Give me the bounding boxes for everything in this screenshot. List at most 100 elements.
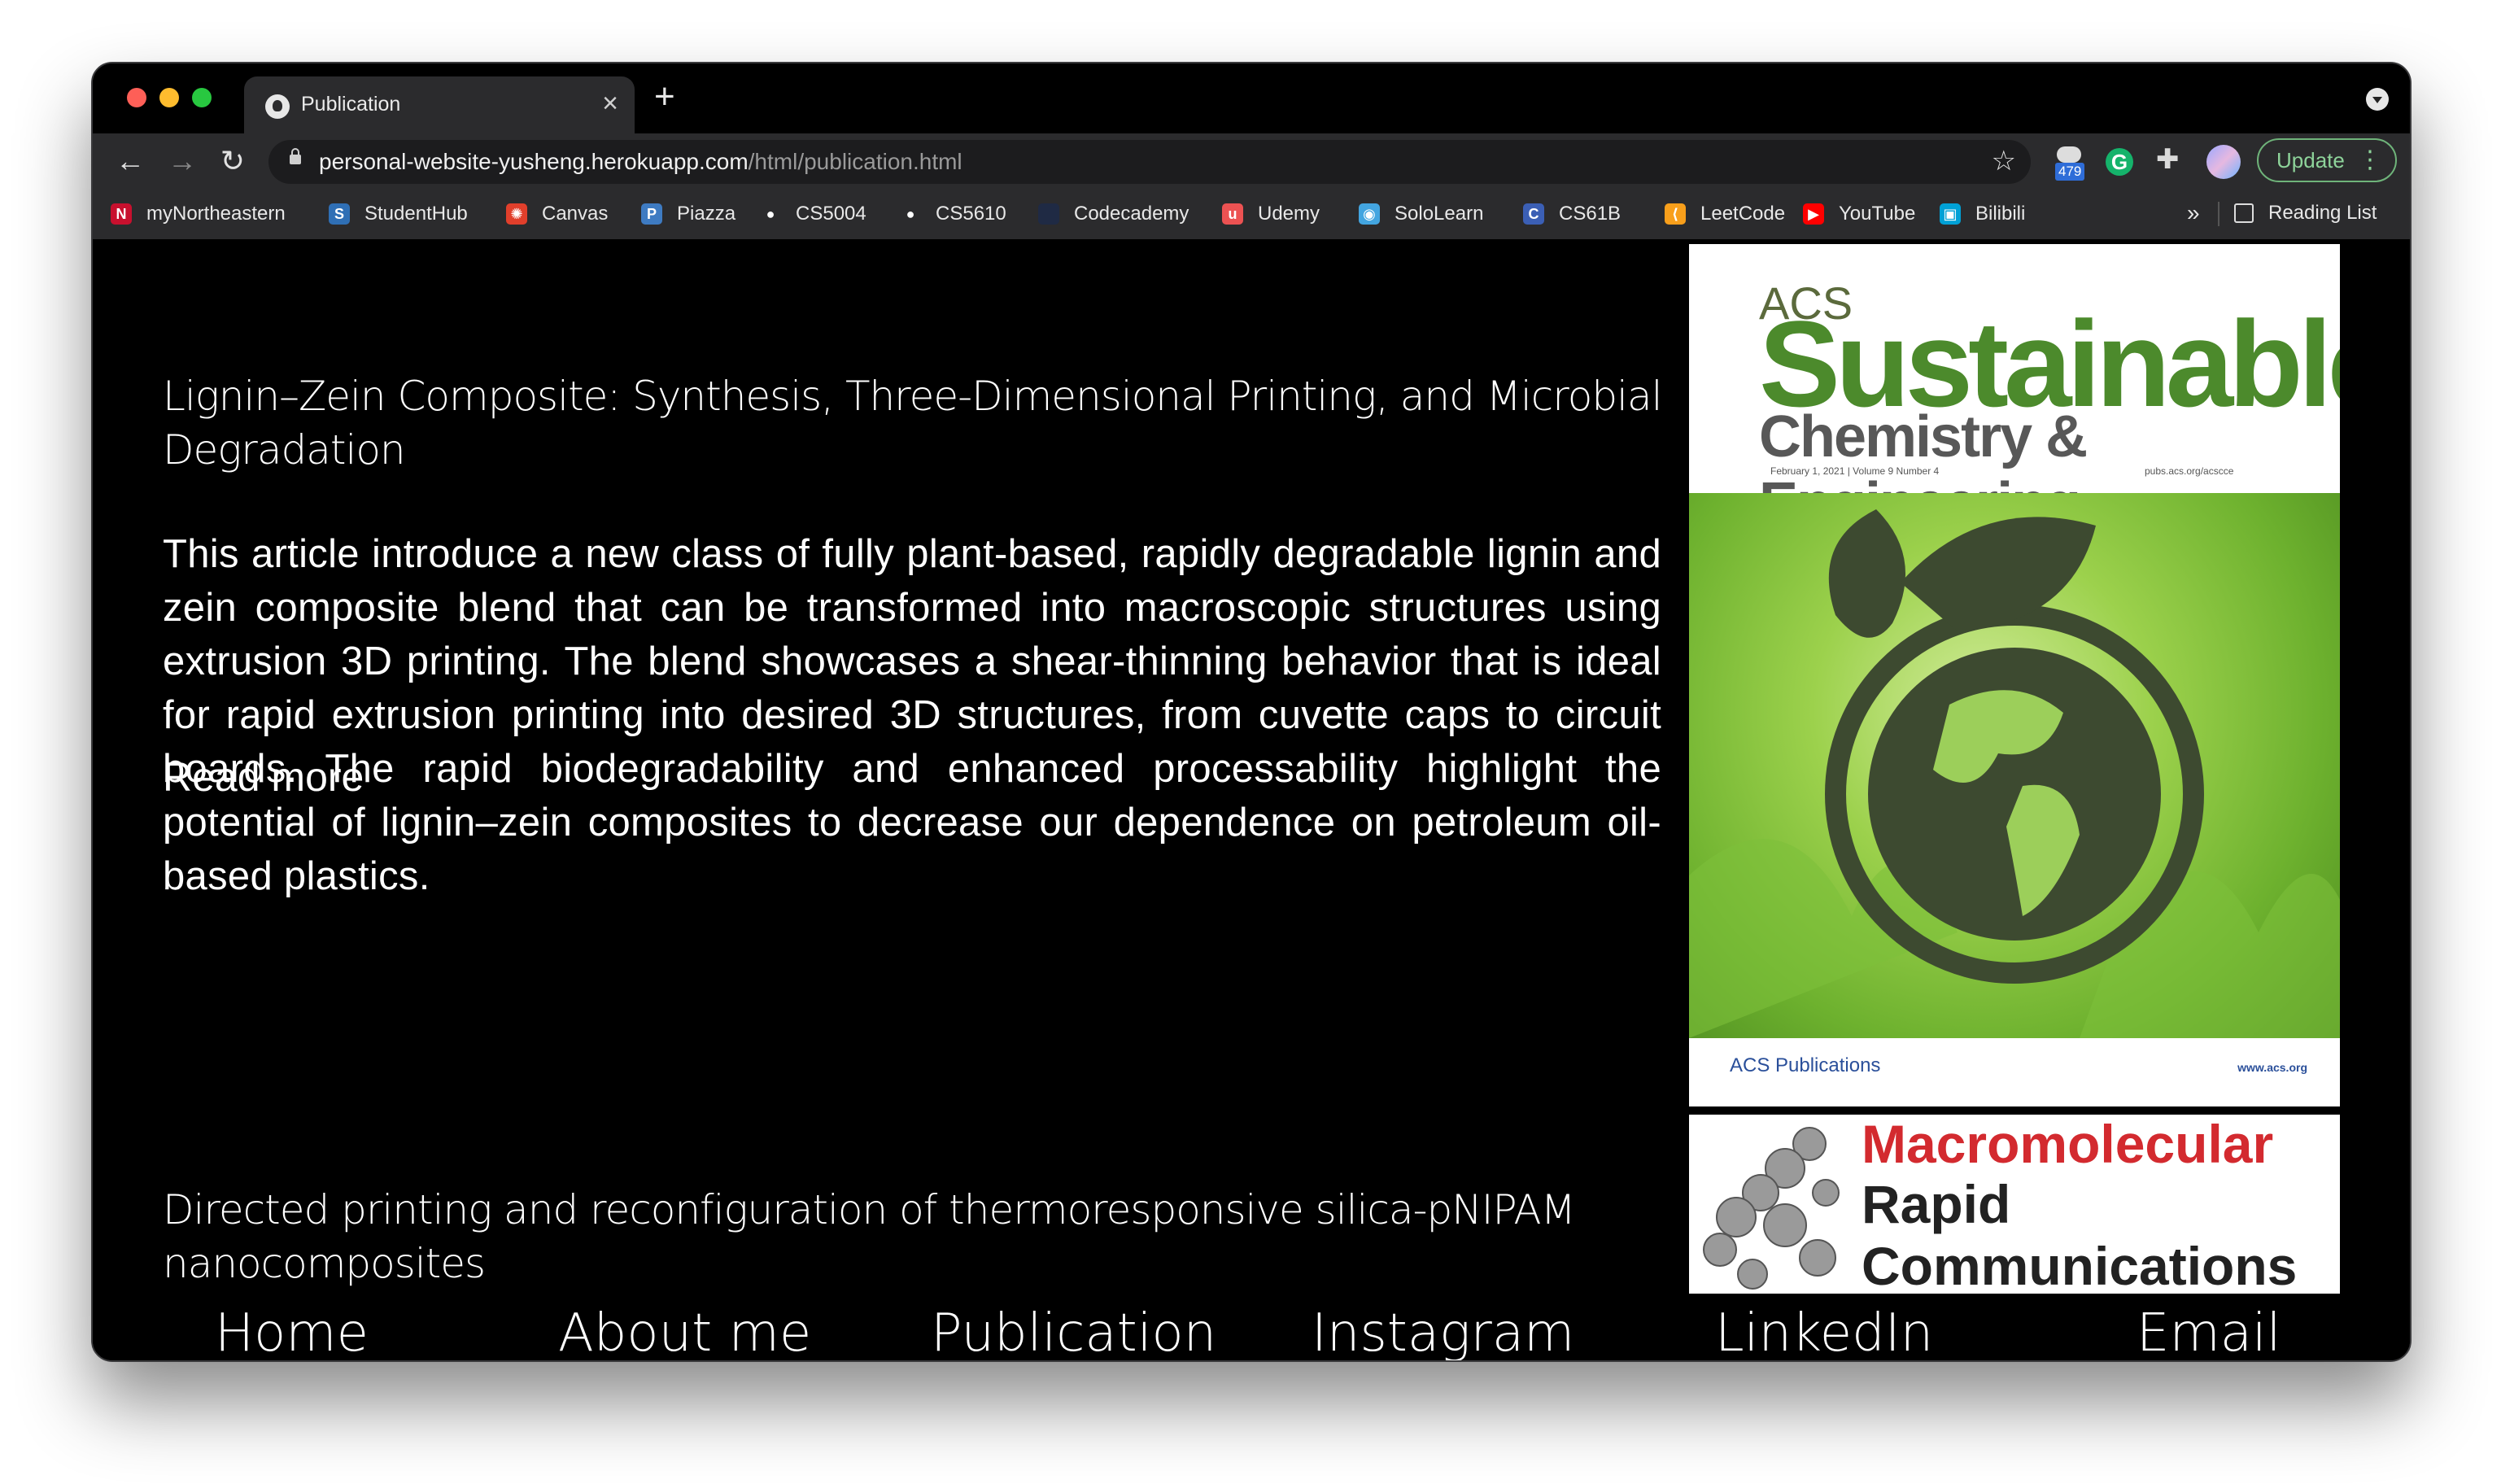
canvas-icon: ✺ xyxy=(506,203,527,225)
minimize-window-button[interactable] xyxy=(159,88,179,107)
update-label: Update xyxy=(2276,148,2345,172)
github-icon: ● xyxy=(766,206,775,222)
cover-rapid-label: Rapid xyxy=(1862,1174,2011,1234)
url-host: personal-website-yusheng.herokuapp.com xyxy=(319,149,749,174)
tab-publication[interactable]: Publication × xyxy=(244,76,635,133)
udemy-icon: u xyxy=(1222,203,1243,225)
leetcode-icon: ⟨ xyxy=(1665,203,1686,225)
reading-list-button[interactable]: Reading List xyxy=(2234,202,2377,225)
bookmark-label: Udemy xyxy=(1258,203,1320,225)
cover-issue-url: pubs.acs.org/acscce xyxy=(2145,465,2234,477)
cs61b-icon: C xyxy=(1523,203,1544,225)
cover-issue-meta: February 1, 2021 | Volume 9 Number 4 xyxy=(1770,465,1940,477)
address-bar[interactable]: personal-website-yusheng.herokuapp.com/h… xyxy=(268,140,2031,184)
extension-cloud-icon[interactable]: 479 xyxy=(2054,145,2086,181)
tab-title: Publication xyxy=(301,93,401,116)
bookmark-cs61b[interactable]: C CS61B xyxy=(1523,202,1621,226)
bookmark-cs5610[interactable]: ● CS5610 xyxy=(900,202,1006,226)
bookmark-youtube[interactable]: ▶ YouTube xyxy=(1803,202,1915,226)
cover-macro-label: Macromolecular xyxy=(1862,1115,2274,1174)
url-text: personal-website-yusheng.herokuapp.com/h… xyxy=(319,149,962,175)
nav-email-link[interactable]: Email xyxy=(2137,1303,2281,1360)
bookmark-udemy[interactable]: u Udemy xyxy=(1222,202,1320,226)
bookmarks-overflow-icon[interactable]: » xyxy=(2187,200,2200,226)
browser-window: Publication × + ← → ↻ personal-website-y… xyxy=(91,62,2412,1362)
bookmark-label: myNortheastern xyxy=(146,203,286,225)
bookmark-label: Piazza xyxy=(677,203,736,225)
bookmarks-bar: NmyNortheastern S StudentHub ✺ Canvas P Piazza… xyxy=(93,190,2410,240)
bookmark-label: SoloLearn xyxy=(1395,203,1484,225)
forward-button[interactable]: → xyxy=(163,142,202,181)
bookmarks-divider xyxy=(2218,202,2219,226)
bookmark-label: CS5004 xyxy=(796,203,866,225)
more-menu-icon[interactable]: ⋮ xyxy=(2358,140,2382,181)
publication-title: Directed printing and reconfiguration of… xyxy=(163,1186,1576,1287)
grammarly-icon[interactable]: G xyxy=(2106,148,2133,176)
update-button[interactable]: Update ⋮ xyxy=(2257,138,2397,182)
bookmark-star-icon[interactable]: ☆ xyxy=(1992,145,2016,177)
journal-cover-macromolecular[interactable]: Macromolecular Rapid Communications xyxy=(1689,1115,2340,1294)
nav-instagram-link[interactable]: Instagram xyxy=(1312,1303,1574,1360)
close-tab-icon[interactable]: × xyxy=(602,88,618,120)
reading-list-label: Reading List xyxy=(2268,202,2377,224)
nav-home-link[interactable]: Home xyxy=(215,1303,369,1360)
cover-footer: ACS Publications www.acs.org xyxy=(1689,1038,2340,1106)
nav-about-link[interactable]: About me xyxy=(558,1303,811,1360)
reload-button[interactable]: ↻ xyxy=(213,142,252,181)
bookmark-cs5004[interactable]: ● CS5004 xyxy=(760,202,866,226)
bookmark-label: CS61B xyxy=(1559,203,1622,225)
codecademy-icon xyxy=(1038,203,1059,225)
bookmark-studenthub[interactable]: S StudentHub xyxy=(329,202,468,226)
northeastern-icon: N xyxy=(111,203,132,225)
nav-publication-link[interactable]: Publication xyxy=(931,1303,1216,1360)
tab-search-button[interactable] xyxy=(2366,88,2389,111)
new-tab-button[interactable]: + xyxy=(654,76,675,117)
lock-icon[interactable] xyxy=(290,148,301,164)
youtube-icon: ▶ xyxy=(1803,203,1824,225)
bookmark-piazza[interactable]: P Piazza xyxy=(641,202,735,226)
web-page: Lignin–Zein Composite: Synthesis, Three-… xyxy=(93,239,2410,1360)
bookmark-codecademy[interactable]: Codecademy xyxy=(1038,202,1189,226)
url-path: /html/publication.html xyxy=(748,149,962,174)
extension-badge: 479 xyxy=(2055,163,2085,181)
github-icon: ● xyxy=(906,206,915,222)
bookmark-label: CS5610 xyxy=(936,203,1006,225)
favicon-icon xyxy=(265,94,290,119)
studenthub-icon: S xyxy=(329,203,350,225)
bookmark-label: Bilibili xyxy=(1975,203,2026,225)
molecule-illustration xyxy=(1703,1127,1840,1290)
cover-communications-label: Communications xyxy=(1862,1236,2298,1294)
close-window-button[interactable] xyxy=(127,88,146,107)
bookmark-mynortheastern[interactable]: NmyNortheastern xyxy=(111,202,286,226)
profile-avatar[interactable] xyxy=(2206,145,2241,179)
bookmark-canvas[interactable]: ✺ Canvas xyxy=(506,202,608,226)
reading-list-icon xyxy=(2234,203,2254,223)
acs-web-label: www.acs.org xyxy=(2237,1061,2307,1074)
publication-title: Lignin–Zein Composite: Synthesis, Three-… xyxy=(163,373,1662,474)
bookmark-label: Canvas xyxy=(542,203,609,225)
bookmark-leetcode[interactable]: ⟨ LeetCode xyxy=(1665,202,1785,226)
acs-publications-label: ACS Publications xyxy=(1730,1054,1881,1076)
sololearn-icon: ◉ xyxy=(1359,203,1380,225)
bilibili-icon: ▣ xyxy=(1940,203,1961,225)
bookmark-label: Codecademy xyxy=(1074,203,1189,225)
bookmark-label: StudentHub xyxy=(364,203,468,225)
toolbar: ← → ↻ personal-website-yusheng.herokuapp… xyxy=(93,133,2410,190)
cover-artwork xyxy=(1689,493,2340,1038)
bookmark-bilibili[interactable]: ▣ Bilibili xyxy=(1940,202,2025,226)
bookmark-label: LeetCode xyxy=(1700,203,1786,225)
publication-abstract: This article introduce a new class of fu… xyxy=(163,532,1661,898)
journal-cover-acs-sustainable[interactable]: ACS Sustainable Chemistry & Engineering … xyxy=(1689,244,2340,1106)
maximize-window-button[interactable] xyxy=(192,88,212,107)
earth-leaf-illustration xyxy=(1689,509,2340,1038)
extensions-puzzle-icon[interactable]: ✚ xyxy=(2156,143,2189,176)
back-button[interactable]: ← xyxy=(111,142,150,181)
tab-strip: Publication × + xyxy=(93,63,2410,133)
piazza-icon: P xyxy=(641,203,662,225)
bookmark-label: YouTube xyxy=(1839,203,1916,225)
read-more-link[interactable]: Read more xyxy=(163,753,364,801)
bookmark-sololearn[interactable]: ◉ SoloLearn xyxy=(1359,202,1483,226)
nav-linkedin-link[interactable]: LinkedIn xyxy=(1715,1303,1933,1360)
site-nav: Home About me Publication Instagram Link… xyxy=(93,1303,2410,1360)
cloud-icon xyxy=(2057,146,2081,163)
